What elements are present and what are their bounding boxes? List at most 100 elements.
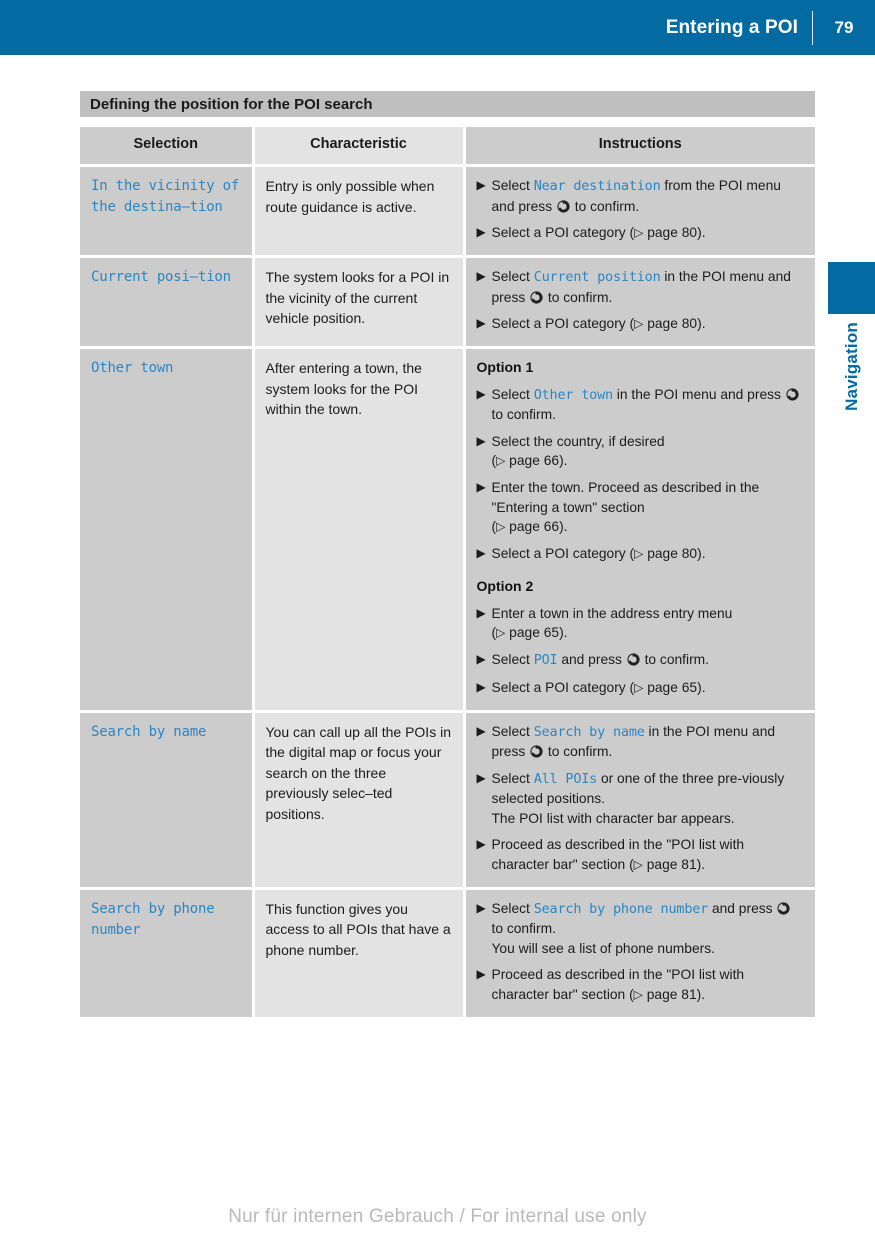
- page-reference[interactable]: ▷ page 81: [634, 987, 697, 1002]
- step-body: Enter the town. Proceed as described in …: [492, 478, 805, 537]
- instruction-step: ▶ Select a POI category (▷ page 80).: [477, 544, 805, 564]
- page-reference[interactable]: ▷ page 66: [496, 519, 559, 534]
- instruction-list: ▶ Select Search by name in the POI menu a…: [477, 722, 805, 875]
- step-body: Select a POI category (▷ page 65).: [492, 678, 805, 698]
- instruction-step: ▶ Select the country, if desired (▷ page 6…: [477, 432, 805, 472]
- characteristic-text: The system looks for a POI in the vicini…: [265, 269, 450, 326]
- instruction-text: The POI list with character bar appears.: [491, 810, 735, 826]
- cell-characteristic: After entering a town, the system looks …: [253, 347, 466, 713]
- instruction-text: to confirm.: [544, 289, 613, 305]
- section-title-text: Defining the position for the POI search: [90, 95, 373, 113]
- page-reference[interactable]: ▷ page 81: [634, 857, 697, 872]
- step-body: Select Search by name in the POI menu an…: [492, 722, 805, 762]
- ui-term: Search by name: [533, 723, 645, 740]
- step-bullet-icon: ▶: [476, 480, 486, 494]
- instruction-text: and press: [557, 652, 626, 667]
- instruction-step: ▶ Proceed as described in the "POI list w…: [477, 835, 805, 875]
- characteristic-text: After entering a town, the system looks …: [265, 360, 422, 417]
- chapter-side-tab: Navigation: [828, 262, 875, 411]
- page-reference[interactable]: ▷ page 66: [496, 453, 559, 468]
- rotary-knob-icon: [530, 290, 543, 304]
- selection-term: Current posi–tion: [91, 269, 231, 285]
- section-title-bar: Defining the position for the POI search: [80, 91, 815, 117]
- table-body: In the vicinity of the destina–tion Entry…: [80, 165, 815, 1020]
- step-bullet-icon: ▶: [476, 770, 486, 785]
- page-ref-arrow-icon: ▷: [496, 519, 506, 534]
- step-body: Proceed as described in the "POI list wi…: [492, 965, 805, 1005]
- step-bullet-icon: ▶: [476, 837, 486, 851]
- side-tab-label: Navigation: [841, 322, 861, 411]
- instruction-text: Select a POI category (: [491, 316, 635, 331]
- ui-term: All POIs: [533, 770, 598, 787]
- page-reference[interactable]: ▷ page 80: [634, 225, 697, 240]
- page-ref-arrow-icon: ▷: [634, 546, 644, 561]
- instruction-text: ).: [697, 316, 706, 331]
- page-reference[interactable]: ▷ page 80: [634, 316, 697, 331]
- ui-term: POI: [533, 652, 558, 668]
- footer-watermark: Nur für internen Gebrauch / For internal…: [228, 1206, 647, 1227]
- column-header-selection: Selection: [80, 127, 255, 167]
- instruction-text: to confirm.: [491, 407, 556, 422]
- instruction-text: ).: [696, 856, 706, 872]
- cell-characteristic: This function gives you access to all PO…: [253, 888, 466, 1020]
- cell-instructions: ▶ Select Near destination from the POI me…: [464, 165, 815, 258]
- instruction-text: Enter a town in the address entry menu: [491, 605, 733, 621]
- page-reference[interactable]: ▷ page 65: [634, 680, 697, 695]
- page-title: Entering a POI: [665, 16, 798, 38]
- instruction-text: Select: [491, 652, 534, 667]
- step-body: Select a POI category (▷ page 80).: [492, 544, 805, 564]
- cell-selection: Search by phone number: [80, 888, 255, 1020]
- selection-term: In the vicinity of the destina–tion: [91, 178, 240, 215]
- step-bullet-icon: ▶: [476, 225, 486, 239]
- step-bullet-icon: ▶: [476, 652, 486, 666]
- page-reference[interactable]: ▷ page 80: [634, 546, 697, 561]
- instruction-text: ).: [697, 546, 706, 561]
- instruction-text: ).: [559, 519, 568, 534]
- step-body: Select All POIs or one of the three pre-…: [492, 769, 805, 829]
- instruction-text: Select: [491, 269, 534, 284]
- poi-search-position-table: Selection Characteristic Instructions In…: [80, 127, 815, 1020]
- table-header-row: Selection Characteristic Instructions: [80, 127, 815, 167]
- instruction-text: ).: [696, 986, 706, 1002]
- step-bullet-icon: ▶: [476, 269, 486, 283]
- instruction-text: You will see a list of phone numbers.: [491, 940, 715, 956]
- table-row: In the vicinity of the destina–tion Entry…: [80, 165, 815, 258]
- selection-term: Search by phone number: [91, 900, 215, 938]
- step-bullet-icon: ▶: [476, 433, 486, 448]
- instruction-step: ▶ Enter a town in the address entry menu(…: [477, 604, 805, 644]
- rotary-knob-icon: [777, 901, 790, 915]
- step-body: Select Current position in the POI menu …: [492, 267, 805, 307]
- instruction-text: Select: [491, 900, 534, 916]
- step-bullet-icon: ▶: [476, 546, 486, 560]
- cell-characteristic: Entry is only possible when route guidan…: [253, 165, 466, 258]
- instruction-step: ▶ Select Current position in the POI menu…: [477, 267, 805, 307]
- instruction-list: ▶ Select Current position in the POI menu…: [477, 267, 805, 334]
- instruction-text: to confirm.: [570, 198, 640, 214]
- instruction-text: Proceed as described in the "POI list wi…: [491, 837, 745, 872]
- rotary-knob-icon: [627, 652, 640, 666]
- instruction-text: ).: [697, 679, 706, 695]
- instruction-text: in the POI menu and press: [612, 386, 785, 402]
- step-body: Select the country, if desired (▷ page 66…: [492, 432, 805, 472]
- instruction-step: ▶ Select a POI category (▷ page 80).: [477, 223, 805, 243]
- instruction-text: ).: [697, 225, 706, 240]
- instruction-step: ▶ Select a POI category (▷ page 65).: [477, 678, 805, 698]
- instruction-text: Select: [491, 723, 534, 739]
- table-row: Search by name You can call up all the PO…: [80, 711, 815, 890]
- step-body: Select Near destination from the POI men…: [492, 176, 805, 216]
- instruction-text: Enter the town. Proceed as described in …: [491, 480, 760, 515]
- instruction-text: to confirm.: [640, 652, 709, 667]
- cell-characteristic: The system looks for a POI in the vicini…: [253, 256, 466, 349]
- column-header-characteristic: Characteristic: [253, 127, 466, 167]
- instruction-text: ).: [559, 625, 568, 640]
- selection-term: Other town: [91, 360, 174, 376]
- table-header: Selection Characteristic Instructions: [80, 127, 815, 167]
- page-header: Entering a POI 79: [0, 0, 875, 55]
- page-ref-arrow-icon: ▷: [496, 453, 506, 468]
- rotary-knob-icon: [786, 387, 799, 401]
- page-reference[interactable]: ▷ page 65: [496, 625, 559, 640]
- cell-selection: Other town: [80, 347, 255, 713]
- step-body: Select POI and press to confirm.: [492, 650, 805, 671]
- instruction-list: ▶ Select Search by phone number and press…: [477, 899, 805, 1005]
- ui-term: Near destination: [533, 178, 661, 194]
